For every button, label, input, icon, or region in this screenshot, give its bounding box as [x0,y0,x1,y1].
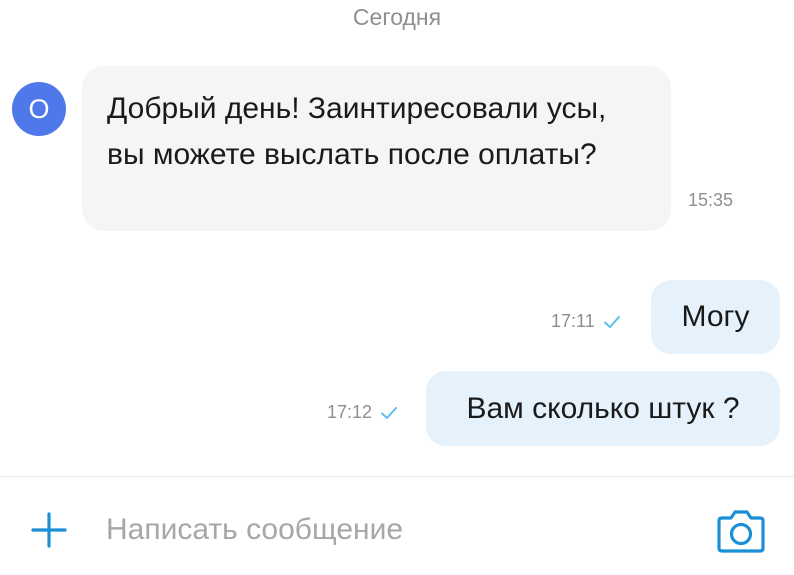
chat-screen: Сегодня О Добрый день! Заинтиресовали ус… [0,0,794,575]
incoming-message-bubble[interactable]: Добрый день! Заинтиресовали усы, вы може… [82,66,671,231]
outgoing-message-time: 17:11 [551,311,595,331]
incoming-message-time: 15:35 [688,190,734,210]
outgoing-message-bubble[interactable]: Могу [651,280,780,354]
check-icon [381,406,398,419]
plus-icon [31,512,67,548]
outgoing-message-text: Вам сколько штук ? [466,391,740,425]
avatar-letter: О [28,93,50,124]
camera-icon [717,510,765,553]
avatar[interactable]: О [12,82,66,136]
outgoing-message-bubble[interactable]: Вам сколько штук ? [426,371,780,446]
outgoing-message-meta: 17:12 [327,402,398,423]
outgoing-message-meta: 17:11 [551,311,621,332]
date-separator: Сегодня [352,4,442,30]
composer-divider [0,476,794,477]
message-input[interactable] [106,507,666,553]
check-icon [603,315,620,328]
incoming-message-text: Добрый день! Заинтиресовали усы, вы може… [107,92,607,171]
outgoing-message-text: Могу [681,300,750,333]
outgoing-message-time: 17:12 [327,402,373,422]
camera-button[interactable] [716,508,766,554]
attach-button[interactable] [30,511,68,549]
